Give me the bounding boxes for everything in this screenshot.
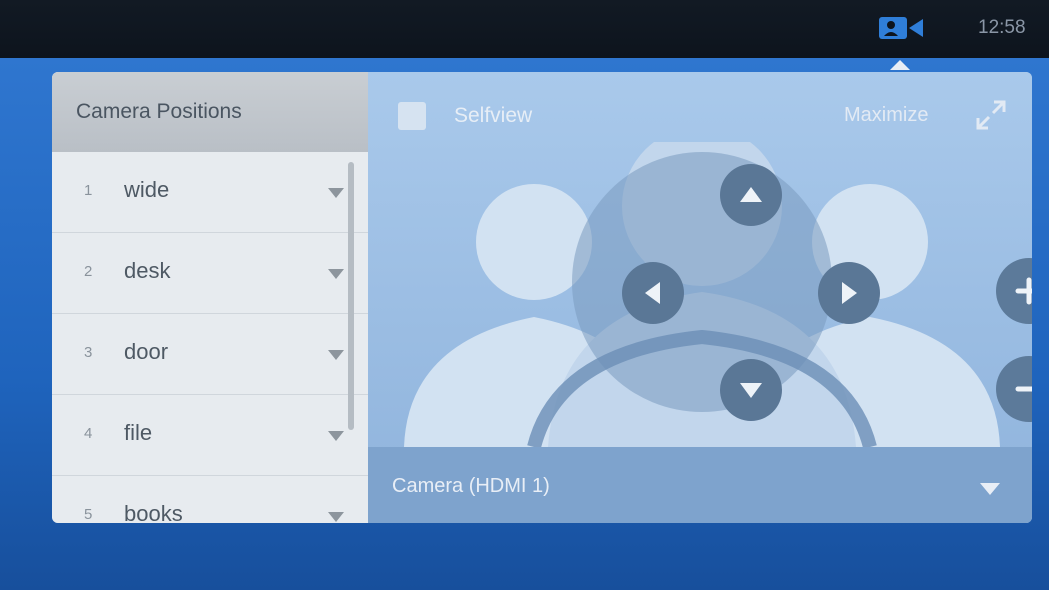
pan-right-button[interactable] [818,262,880,324]
position-item-wide[interactable]: 1 wide [52,152,368,233]
positions-items: 1 wide 2 desk 3 door 4 file 5 books [52,152,368,523]
zoom-in-icon [1015,277,1032,305]
position-item-books[interactable]: 5 books [52,476,368,523]
arrow-up-icon [740,187,762,202]
selfview-checkbox[interactable] [398,102,426,130]
camera-source-dropdown[interactable]: Camera (HDMI 1) [368,447,1032,523]
pan-left-button[interactable] [622,262,684,324]
people-silhouette-illustration [404,142,1000,447]
position-label: books [124,501,183,523]
arrow-down-icon [740,383,762,398]
maximize-icon[interactable] [974,98,1008,132]
camera-control-panel: Camera Positions 1 wide 2 desk 3 door 4 … [52,72,1032,523]
positions-header: Camera Positions [52,72,368,152]
camera-positions-list: Camera Positions 1 wide 2 desk 3 door 4 … [52,72,368,523]
chevron-down-icon[interactable] [328,350,344,360]
chevron-down-icon[interactable] [328,431,344,441]
chevron-down-icon[interactable] [328,512,344,522]
position-number: 4 [84,425,93,442]
position-label: door [124,339,169,364]
chevron-down-icon[interactable] [980,483,1000,495]
video-camera-icon[interactable] [877,16,925,40]
arrow-left-icon [645,282,660,304]
chevron-down-icon[interactable] [328,188,344,198]
arrow-right-icon [842,282,857,304]
camera-view: Selfview Maximize Camera (HDMI 1) [368,72,1032,523]
status-bar: 12:58 [0,0,1049,58]
pan-up-button[interactable] [720,164,782,226]
position-label: file [124,420,153,445]
position-label: desk [124,258,171,283]
zoom-out-icon [1015,386,1032,392]
position-item-file[interactable]: 4 file [52,395,368,476]
position-item-door[interactable]: 3 door [52,314,368,395]
position-number: 3 [84,344,93,361]
position-label: wide [124,177,170,202]
popover-pointer [890,60,910,70]
position-number: 2 [84,263,93,280]
pan-down-button[interactable] [720,359,782,421]
position-number: 5 [84,506,93,523]
position-item-desk[interactable]: 2 desk [52,233,368,314]
clock: 12:58 [978,17,1026,38]
positions-scrollbar[interactable] [348,162,354,430]
selfview-label: Selfview [454,104,533,127]
chevron-down-icon[interactable] [328,269,344,279]
positions-title: Camera Positions [76,100,242,123]
maximize-label[interactable]: Maximize [844,104,928,127]
position-number: 1 [84,182,93,199]
camera-source-label: Camera (HDMI 1) [392,475,550,497]
